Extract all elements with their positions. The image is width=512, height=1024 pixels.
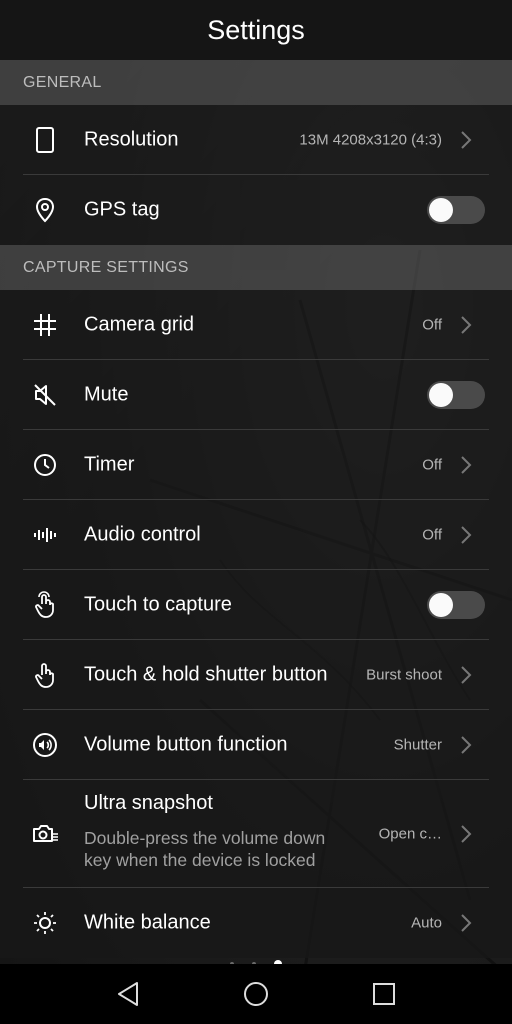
- white-balance-label: White balance: [84, 911, 211, 934]
- section-capture-label: CAPTURE SETTINGS: [23, 258, 189, 276]
- volume-button-value: Shutter: [393, 736, 442, 754]
- chevron-right-icon: [460, 525, 472, 545]
- mute-label: Mute: [84, 383, 129, 406]
- section-capture-settings: CAPTURE SETTINGS: [0, 245, 512, 290]
- speaker-muted-icon: [30, 380, 60, 410]
- toggle-knob: [429, 198, 453, 222]
- timer-label: Timer: [84, 453, 135, 476]
- touch-hold-value: Burst shoot: [366, 666, 442, 684]
- chevron-right-icon: [460, 315, 472, 335]
- system-navigation-bar: [0, 964, 512, 1024]
- chevron-right-icon: [460, 455, 472, 475]
- setting-ultra-snapshot[interactable]: Ultra snapshot Double-press the volume d…: [0, 780, 512, 888]
- toggle-knob: [429, 383, 453, 407]
- gps-tag-label: GPS tag: [84, 198, 160, 221]
- section-general-label: GENERAL: [23, 73, 102, 91]
- hand-press-icon: [30, 660, 60, 690]
- toggle-knob: [429, 593, 453, 617]
- chevron-right-icon: [460, 735, 472, 755]
- touch-to-capture-label: Touch to capture: [84, 593, 232, 616]
- camera-grid-label: Camera grid: [84, 313, 195, 336]
- audio-control-label: Audio control: [84, 523, 201, 546]
- camera-grid-value: Off: [422, 316, 442, 334]
- setting-white-balance[interactable]: White balance Auto: [0, 888, 512, 958]
- setting-gps-tag[interactable]: GPS tag: [0, 175, 512, 245]
- volume-button-label: Volume button function: [84, 733, 288, 756]
- mute-toggle[interactable]: [427, 381, 485, 409]
- setting-volume-button[interactable]: Volume button function Shutter: [0, 710, 512, 780]
- chevron-right-icon: [460, 824, 472, 844]
- chevron-right-icon: [460, 665, 472, 685]
- timer-value: Off: [422, 456, 442, 474]
- hand-tap-icon: [30, 590, 60, 620]
- white-balance-value: Auto: [411, 914, 442, 932]
- grid-icon: [30, 310, 60, 340]
- recents-icon[interactable]: [369, 979, 399, 1009]
- resolution-label: Resolution: [84, 128, 179, 151]
- app-header: Settings: [0, 0, 512, 60]
- home-icon[interactable]: [241, 979, 271, 1009]
- resolution-value: 13M 4208x3120 (4:3): [299, 131, 442, 149]
- camera-fast-icon: [30, 819, 60, 849]
- setting-audio-control[interactable]: Audio control Off: [0, 500, 512, 570]
- audio-control-value: Off: [422, 526, 442, 544]
- clock-icon: [30, 450, 60, 480]
- setting-timer[interactable]: Timer Off: [0, 430, 512, 500]
- page-title: Settings: [207, 14, 305, 45]
- phone-outline-icon: [30, 125, 60, 155]
- setting-resolution[interactable]: Resolution 13M 4208x3120 (4:3): [0, 105, 512, 175]
- setting-camera-grid[interactable]: Camera grid Off: [0, 290, 512, 360]
- volume-circle-icon: [30, 730, 60, 760]
- chevron-right-icon: [460, 913, 472, 933]
- setting-mute[interactable]: Mute: [0, 360, 512, 430]
- setting-touch-to-capture[interactable]: Touch to capture: [0, 570, 512, 640]
- sound-wave-icon: [30, 520, 60, 550]
- chevron-right-icon: [460, 130, 472, 150]
- touch-to-capture-toggle[interactable]: [427, 591, 485, 619]
- ultra-snapshot-description: Double-press the volume down key when th…: [84, 828, 326, 870]
- section-general: GENERAL: [0, 60, 512, 105]
- sun-icon: [30, 908, 60, 938]
- gps-tag-toggle[interactable]: [427, 196, 485, 224]
- ultra-snapshot-label: Ultra snapshot: [84, 792, 213, 814]
- touch-hold-label: Touch & hold shutter button: [84, 663, 328, 686]
- back-icon[interactable]: [113, 979, 143, 1009]
- location-pin-icon: [30, 195, 60, 225]
- setting-touch-hold-shutter[interactable]: Touch & hold shutter button Burst shoot: [0, 640, 512, 710]
- ultra-snapshot-value: Open c…: [378, 825, 442, 843]
